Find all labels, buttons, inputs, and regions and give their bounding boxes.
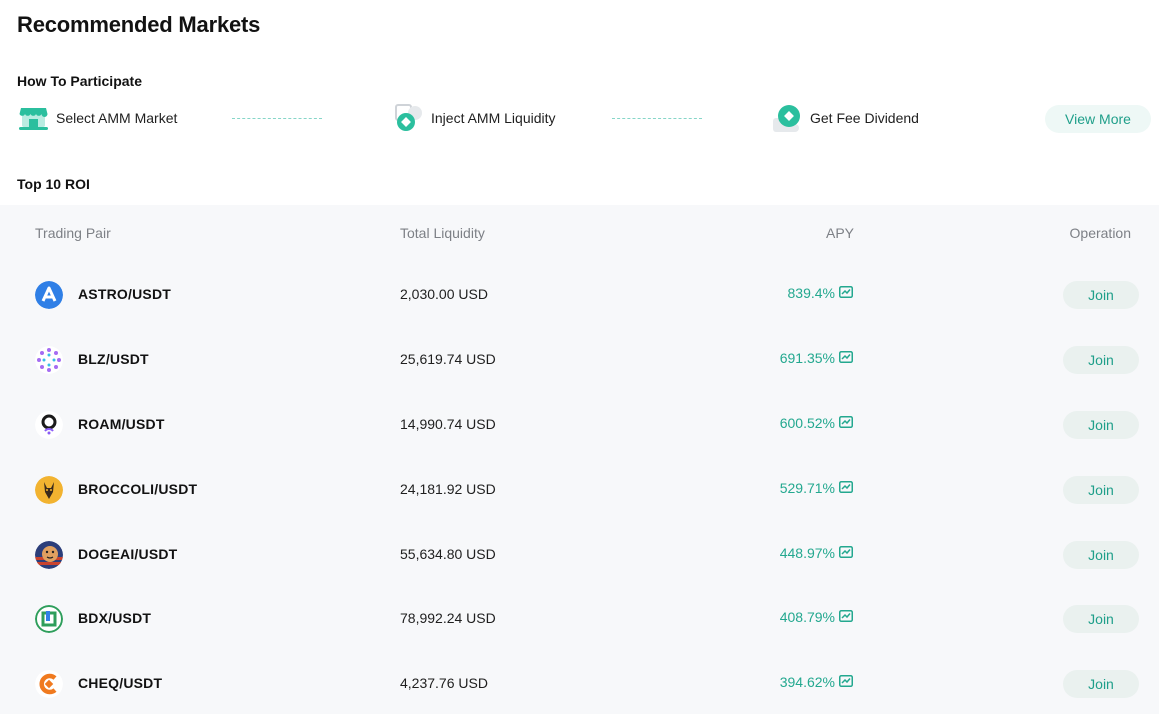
trading-pair: BLZ/USDT xyxy=(78,351,149,367)
join-button[interactable]: Join xyxy=(1063,476,1139,504)
total-liquidity: 78,992.24 USD xyxy=(400,610,496,626)
trading-pair: BROCCOLI/USDT xyxy=(78,481,198,497)
table-row: ASTRO/USDT 2,030.00 USD 839.4% Join xyxy=(0,263,1159,328)
table-row: BDX/USDT 78,992.24 USD 408.79% Join xyxy=(0,587,1159,652)
table-row: ROAM/USDT 14,990.74 USD 600.52% Join xyxy=(0,393,1159,458)
step-get-fee-dividend: Get Fee Dividend xyxy=(773,100,919,136)
trading-pair: DOGEAI/USDT xyxy=(78,546,178,562)
join-button[interactable]: Join xyxy=(1063,541,1139,569)
apy-text: 691.35% xyxy=(779,350,835,366)
dogeai-coin-icon xyxy=(35,541,63,569)
step-connector xyxy=(612,118,702,119)
trading-pair: ROAM/USDT xyxy=(78,416,165,432)
total-liquidity: 25,619.74 USD xyxy=(400,351,496,367)
apy-text: 394.62% xyxy=(779,674,835,690)
total-liquidity: 55,634.80 USD xyxy=(400,546,496,562)
column-header-total-liquidity: Total Liquidity xyxy=(400,225,485,241)
table-header: Trading Pair Total Liquidity APY Operati… xyxy=(0,205,1159,261)
step-label: Get Fee Dividend xyxy=(810,110,919,126)
table-row: CHEQ/USDT 4,237.76 USD 394.62% Join xyxy=(0,652,1159,714)
apy-value: 691.35% xyxy=(780,350,853,366)
view-more-button[interactable]: View More xyxy=(1045,105,1151,133)
table-row: DOGEAI/USDT 55,634.80 USD 448.97% Join xyxy=(0,523,1159,588)
apy-value: 394.62% xyxy=(780,674,853,690)
step-connector xyxy=(232,118,322,119)
join-button[interactable]: Join xyxy=(1063,605,1139,633)
join-button[interactable]: Join xyxy=(1063,346,1139,374)
join-button[interactable]: Join xyxy=(1063,411,1139,439)
join-button[interactable]: Join xyxy=(1063,281,1139,309)
apy-text: 529.71% xyxy=(779,480,835,496)
apy-text: 839.4% xyxy=(787,285,835,301)
apy-value: 448.97% xyxy=(780,545,853,561)
bdx-coin-icon xyxy=(35,605,63,633)
table-row: BROCCOLI/USDT 24,181.92 USD 529.71% Join xyxy=(0,458,1159,523)
trading-pair: ASTRO/USDT xyxy=(78,286,171,302)
total-liquidity: 4,237.76 USD xyxy=(400,675,488,691)
total-liquidity: 14,990.74 USD xyxy=(400,416,496,432)
apy-text: 448.97% xyxy=(779,545,835,561)
apy-value: 600.52% xyxy=(780,415,853,431)
apy-chart-icon[interactable] xyxy=(839,609,853,625)
total-liquidity: 2,030.00 USD xyxy=(400,286,488,302)
step-select-amm-market: Select AMM Market xyxy=(19,100,177,136)
step-inject-amm-liquidity: Inject AMM Liquidity xyxy=(395,100,556,136)
step-label: Inject AMM Liquidity xyxy=(431,110,556,126)
total-liquidity: 24,181.92 USD xyxy=(400,481,496,497)
column-header-apy: APY xyxy=(825,225,854,241)
trading-pair: CHEQ/USDT xyxy=(78,675,163,691)
apy-chart-icon[interactable] xyxy=(839,285,853,301)
how-to-participate-heading: How To Participate xyxy=(17,73,142,89)
apy-chart-icon[interactable] xyxy=(839,415,853,431)
apy-text: 408.79% xyxy=(779,609,835,625)
astro-coin-icon xyxy=(35,281,63,309)
broccoli-coin-icon xyxy=(35,476,63,504)
join-button[interactable]: Join xyxy=(1063,670,1139,698)
column-header-operation: Operation xyxy=(1069,225,1131,241)
market-stall-icon xyxy=(19,104,48,132)
cheq-coin-icon xyxy=(35,670,63,698)
step-label: Select AMM Market xyxy=(56,110,178,126)
liquidity-inject-icon xyxy=(395,104,423,132)
column-header-trading-pair: Trading Pair xyxy=(35,225,111,241)
apy-chart-icon[interactable] xyxy=(839,480,853,496)
apy-value: 839.4% xyxy=(788,285,853,301)
trading-pair: BDX/USDT xyxy=(78,610,152,626)
apy-value: 408.79% xyxy=(780,609,853,625)
apy-chart-icon[interactable] xyxy=(839,350,853,366)
blz-coin-icon xyxy=(35,346,63,374)
apy-chart-icon[interactable] xyxy=(839,674,853,690)
apy-text: 600.52% xyxy=(779,415,835,431)
participation-steps: Select AMM Market Inject AMM Liquidity G… xyxy=(17,100,1152,136)
apy-chart-icon[interactable] xyxy=(839,545,853,561)
recommended-markets-page: Recommended Markets How To Participate S… xyxy=(0,0,1159,714)
table-row: BLZ/USDT 25,619.74 USD 691.35% Join xyxy=(0,328,1159,393)
fee-dividend-icon xyxy=(773,104,802,132)
page-title: Recommended Markets xyxy=(17,12,261,37)
top-roi-table: Trading Pair Total Liquidity APY Operati… xyxy=(0,205,1159,714)
roam-coin-icon xyxy=(35,411,63,439)
top-roi-heading: Top 10 ROI xyxy=(17,176,90,192)
apy-value: 529.71% xyxy=(780,480,853,496)
